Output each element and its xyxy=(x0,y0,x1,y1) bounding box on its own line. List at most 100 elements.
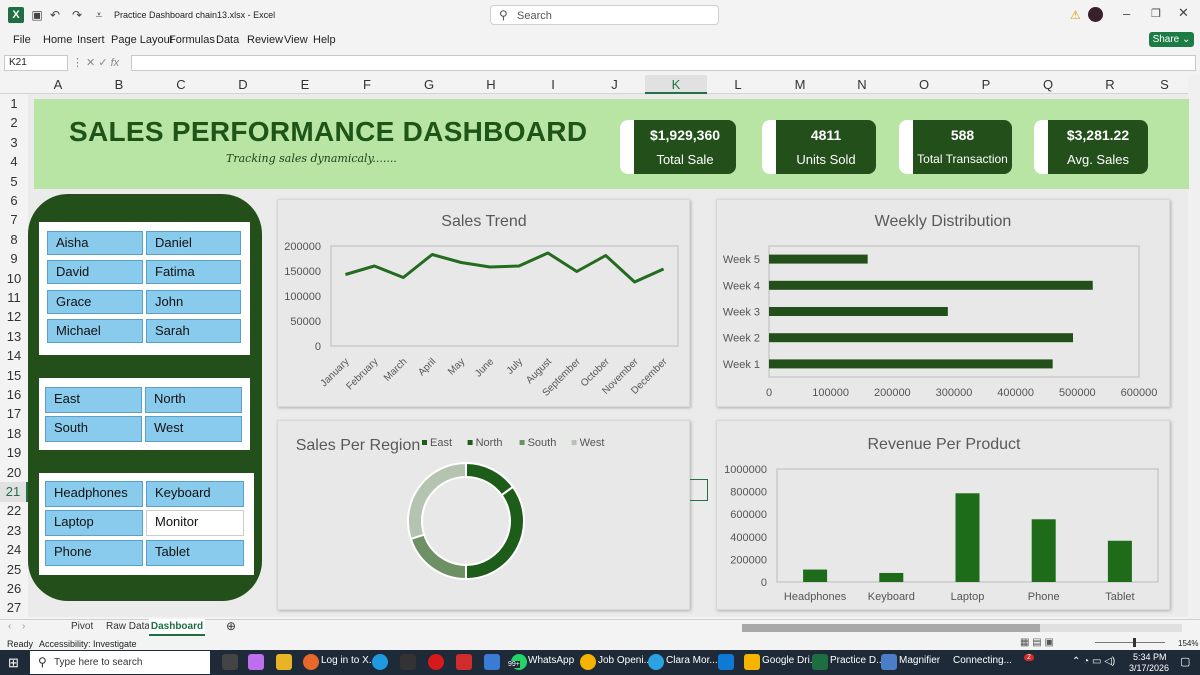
x-tick-label: 300000 xyxy=(936,387,973,399)
bar xyxy=(1107,540,1132,582)
status-accessibility[interactable]: Accessibility: Investigate xyxy=(39,639,137,649)
tab-scroll-right-icon[interactable]: › xyxy=(22,621,25,632)
donut-slice xyxy=(407,461,467,541)
clock-date[interactable]: 3/17/2026 xyxy=(1129,663,1169,673)
telegram-icon[interactable] xyxy=(648,654,664,670)
x-tick-label: May xyxy=(446,356,467,377)
add-sheet-icon[interactable]: ⊕ xyxy=(226,619,236,633)
y-tick-label: 400000 xyxy=(730,532,767,544)
y-tick-label: 50000 xyxy=(290,316,321,328)
bar xyxy=(769,280,1093,290)
y-tick-label: Week 2 xyxy=(723,333,760,345)
x-tick-label: 400000 xyxy=(997,387,1034,399)
edge-icon[interactable] xyxy=(372,654,388,670)
bar xyxy=(1031,519,1056,582)
x-tick-label: Phone xyxy=(1028,591,1060,603)
y-tick-label: 100000 xyxy=(284,291,321,303)
y-tick-label: Week 5 xyxy=(723,254,760,266)
bar xyxy=(879,572,904,582)
y-tick-label: 0 xyxy=(761,577,767,589)
taskbar-status-connecting: Connecting... xyxy=(953,655,1012,666)
bar xyxy=(955,493,980,582)
taskbar-app-magnifier[interactable]: Magnifier xyxy=(899,655,940,666)
x-tick-label: July xyxy=(505,356,525,376)
chart-title: Revenue Per Product xyxy=(868,436,1022,453)
firefox-icon[interactable] xyxy=(303,654,319,670)
taskbar-app-clara[interactable]: Clara Mor... xyxy=(666,655,718,666)
y-tick-label: 200000 xyxy=(284,241,321,253)
x-tick-label: 0 xyxy=(766,387,772,399)
legend-swatch xyxy=(519,440,525,445)
magnifier-icon[interactable] xyxy=(881,654,897,670)
y-tick-label: Week 3 xyxy=(723,307,760,319)
taskbar-app-job[interactable]: Job Openi... xyxy=(598,655,652,666)
tab-pivot[interactable]: Pivot xyxy=(71,621,93,632)
bar xyxy=(769,359,1053,369)
bar xyxy=(769,254,868,264)
vscode-icon[interactable] xyxy=(718,654,734,670)
legend-label: North xyxy=(476,437,503,449)
y-tick-label: 200000 xyxy=(730,554,767,566)
zoom-slider-thumb[interactable] xyxy=(1133,638,1136,647)
y-tick-label: 800000 xyxy=(730,487,767,499)
y-tick-label: 600000 xyxy=(730,509,767,521)
taskbar-app-excel[interactable]: Practice D... xyxy=(830,655,884,666)
x-tick-label: Keyboard xyxy=(868,591,915,603)
taskbar-app-whatsapp[interactable]: WhatsApp xyxy=(528,655,574,666)
y-tick-label: 1000000 xyxy=(724,464,767,476)
x-tick-label: 200000 xyxy=(874,387,911,399)
task-view-icon[interactable] xyxy=(222,654,238,670)
taskbar-app-x[interactable]: Log in to X... xyxy=(321,655,377,666)
tab-dashboard[interactable]: Dashboard xyxy=(149,619,205,636)
zoom-slider[interactable] xyxy=(1095,642,1165,643)
clapper-icon[interactable] xyxy=(400,654,416,670)
legend-swatch xyxy=(467,440,473,445)
notification-center-icon[interactable]: ▢ xyxy=(1180,655,1190,668)
clock-time[interactable]: 5:34 PM xyxy=(1133,652,1167,662)
x-tick-label: February xyxy=(344,356,380,392)
x-tick-label: March xyxy=(382,356,409,383)
taskbar-app-drive[interactable]: Google Dri... xyxy=(762,655,818,666)
donut-slice xyxy=(465,461,515,497)
x-tick-label: April xyxy=(416,356,438,378)
copilot-icon[interactable] xyxy=(248,654,264,670)
bar xyxy=(769,333,1074,343)
x-tick-label: Tablet xyxy=(1105,591,1134,603)
y-tick-label: Week 4 xyxy=(723,280,760,292)
donut-slice xyxy=(409,533,467,581)
y-tick-label: 0 xyxy=(315,341,321,353)
plot-area xyxy=(330,245,679,347)
zoom-level[interactable]: 154% xyxy=(1178,639,1198,648)
charts-layer: Sales Trend200000150000100000500000Janua… xyxy=(284,213,1159,603)
bar xyxy=(769,307,948,316)
y-tick-label: 150000 xyxy=(284,266,321,278)
status-ready: Ready xyxy=(7,639,34,649)
horizontal-scrollbar-thumb[interactable] xyxy=(742,624,1040,632)
legend-label: East xyxy=(430,437,452,449)
excel-taskbar-icon[interactable] xyxy=(812,654,828,670)
wps-icon[interactable] xyxy=(456,654,472,670)
x-tick-label: 100000 xyxy=(812,387,849,399)
system-tray-icons[interactable]: ⌃ ◔ ▭ ◁) xyxy=(1072,656,1115,667)
chrome-icon[interactable] xyxy=(580,654,596,670)
x-tick-label: June xyxy=(473,356,496,379)
drive-upload-icon[interactable] xyxy=(484,654,500,670)
x-tick-label: Headphones xyxy=(784,591,847,603)
legend-label: West xyxy=(580,437,605,449)
tab-scroll-left-icon[interactable]: ‹ xyxy=(8,621,11,632)
file-explorer-icon[interactable] xyxy=(276,654,292,670)
search-icon: ⚲ xyxy=(38,655,47,669)
chart-title: Sales Trend xyxy=(441,213,526,230)
notification-badge: 2 xyxy=(1024,654,1034,661)
google-drive-icon[interactable] xyxy=(744,654,760,670)
chart-title: Sales Per Region xyxy=(296,437,421,454)
windows-start-icon[interactable]: ⊞ xyxy=(8,655,19,671)
legend-swatch xyxy=(571,440,577,445)
x-tick-label: 600000 xyxy=(1121,387,1158,399)
y-tick-label: Week 1 xyxy=(723,359,760,371)
opera-icon[interactable] xyxy=(428,654,444,670)
view-buttons[interactable]: ▦ ▤ ▣ xyxy=(1020,637,1054,648)
tab-raw-data[interactable]: Raw Data xyxy=(106,621,150,632)
taskbar-search[interactable]: ⚲ Type here to search xyxy=(30,651,210,674)
x-tick-label: 500000 xyxy=(1059,387,1096,399)
